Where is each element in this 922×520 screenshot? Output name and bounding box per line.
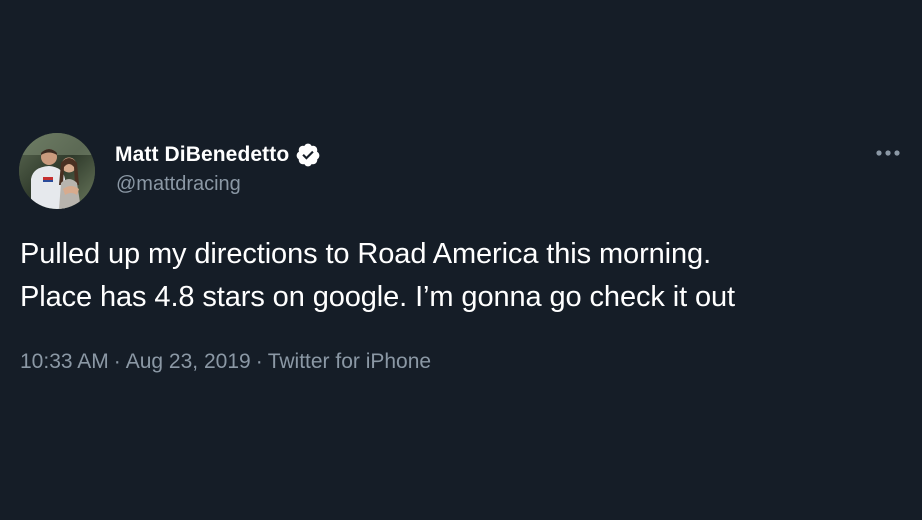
separator: · [113, 350, 121, 373]
separator: · [255, 350, 263, 373]
author-display-name[interactable]: Matt DiBenedetto [115, 143, 289, 167]
avatar[interactable] [19, 133, 95, 209]
tweet-text-line: Place has 4.8 stars on google. I’m gonna… [20, 281, 736, 313]
author-name-row[interactable]: Matt DiBenedetto [115, 141, 321, 169]
tweet-source[interactable]: Twitter for iPhone [268, 350, 431, 373]
tweet-text: Pulled up my directions to Road America … [20, 233, 900, 319]
tweet-metadata: 10:33 AM · Aug 23, 2019 · Twitter for iPhone [20, 350, 431, 374]
tweet-card: Matt DiBenedetto @mattdracing Pulled up … [0, 0, 922, 520]
author-handle[interactable]: @mattdracing [116, 173, 241, 196]
tweet-time[interactable]: 10:33 AM [20, 350, 109, 373]
tweet-date[interactable]: Aug 23, 2019 [126, 350, 251, 373]
tweet-text-line: Pulled up my directions to Road America … [20, 238, 712, 270]
more-options-icon[interactable] [874, 145, 904, 161]
verified-badge-icon [295, 142, 321, 168]
avatar-image [19, 133, 95, 209]
